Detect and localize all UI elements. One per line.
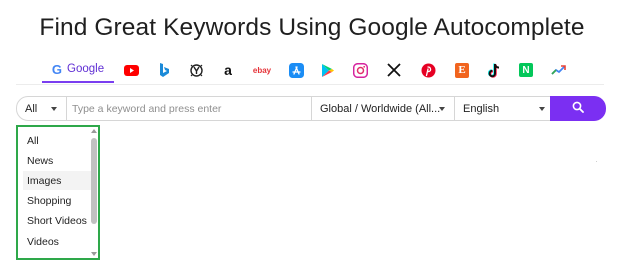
dropdown-option-all[interactable]: All [23, 131, 91, 150]
dropdown-option-news[interactable]: News [23, 151, 91, 170]
tab-google-play[interactable] [318, 57, 338, 83]
amazon-letter: a [224, 62, 232, 78]
tab-tiktok[interactable] [484, 57, 504, 83]
tab-youtube[interactable] [122, 57, 140, 83]
category-dropdown: All News Images Shopping Short Videos Vi… [16, 125, 100, 260]
trends-icon [551, 62, 567, 78]
app-store-icon [288, 62, 304, 78]
ebay-icon: ebay [252, 65, 272, 75]
x-icon [386, 62, 402, 78]
page-title: Find Great Keywords Using Google Autocom… [39, 14, 585, 41]
tab-google[interactable]: G Google [42, 57, 114, 83]
tab-amazon[interactable]: a [218, 57, 238, 83]
chevron-down-icon [51, 107, 57, 111]
region-select[interactable]: Global / Worldwide (All... [311, 97, 454, 120]
tab-yahoo[interactable] [186, 57, 206, 83]
tabs-divider [16, 84, 604, 85]
dropdown-option-videos[interactable]: Videos [23, 232, 91, 251]
category-select-value: All [25, 102, 38, 115]
chevron-down-icon [539, 107, 545, 111]
tab-app-store[interactable] [286, 57, 306, 83]
yahoo-icon [188, 62, 204, 78]
language-select[interactable]: English [454, 97, 550, 120]
chevron-down-icon [439, 107, 445, 111]
instagram-icon [352, 62, 368, 78]
tab-naver[interactable]: N [516, 57, 536, 83]
search-button[interactable] [550, 96, 606, 121]
google-icon: G [51, 61, 63, 77]
search-bar: All Global / Worldwide (All... English [16, 96, 606, 121]
tab-instagram[interactable] [350, 57, 370, 83]
pinterest-icon [420, 62, 436, 78]
dropdown-option-images[interactable]: Images [23, 171, 91, 190]
bing-icon [156, 62, 172, 78]
youtube-icon [123, 62, 139, 78]
stray-dot [596, 161, 597, 162]
naver-letter: N [522, 64, 530, 76]
etsy-icon: E [455, 62, 469, 78]
dropdown-scrollbar[interactable] [90, 127, 98, 258]
tab-google-label: Google [67, 63, 105, 75]
dropdown-option-shopping[interactable]: Shopping [23, 191, 91, 210]
naver-icon: N [519, 63, 533, 77]
language-select-value: English [463, 102, 500, 115]
scrollbar-thumb[interactable] [91, 138, 97, 224]
amazon-icon: a [220, 62, 236, 78]
search-icon [572, 100, 584, 118]
etsy-letter: E [458, 64, 466, 76]
scroll-up-arrow-icon[interactable] [91, 129, 97, 133]
dropdown-option-short-videos[interactable]: Short Videos [23, 211, 91, 230]
tab-bing[interactable] [155, 57, 173, 83]
tiktok-icon [486, 62, 502, 78]
engine-tabs: G Google a ebay E N [42, 57, 602, 83]
region-select-value: Global / Worldwide (All... [320, 102, 441, 115]
google-play-icon [320, 62, 336, 78]
tab-x[interactable] [384, 57, 404, 83]
category-select[interactable]: All [17, 97, 67, 120]
tab-ebay[interactable]: ebay [250, 57, 274, 83]
tab-trends[interactable] [548, 57, 570, 83]
tab-pinterest[interactable] [418, 57, 438, 83]
scroll-down-arrow-icon[interactable] [91, 252, 97, 256]
tab-etsy[interactable]: E [452, 57, 472, 83]
keyword-input[interactable] [72, 99, 307, 118]
